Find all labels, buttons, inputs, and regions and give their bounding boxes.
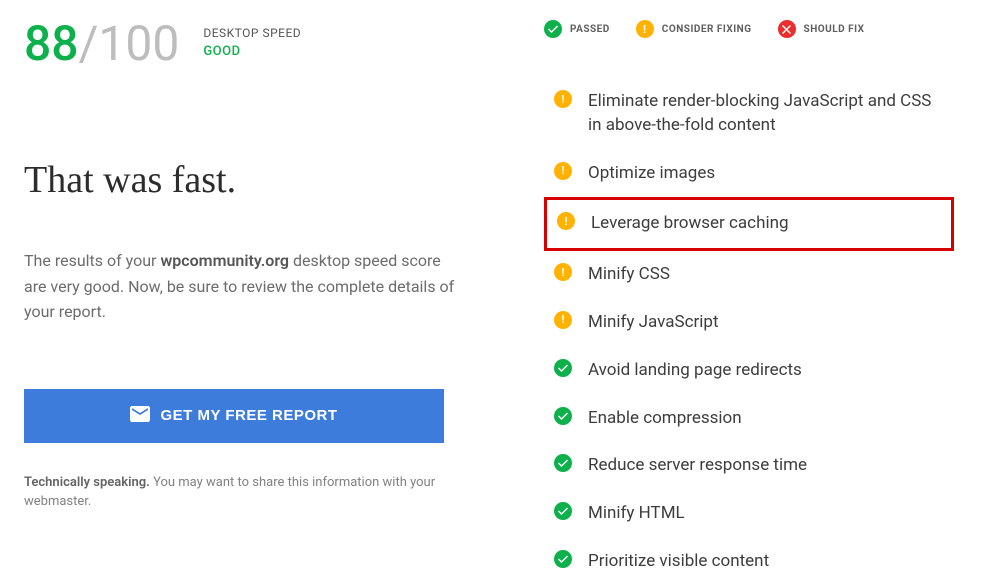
results-panel: 88/100 DESKTOP SPEED GOOD That was fast.… [24, 20, 544, 586]
issue-item[interactable]: Enable compression [544, 395, 954, 443]
issue-item[interactable]: Optimize images [544, 150, 954, 198]
legend-fix-label: SHOULD FIX [804, 24, 865, 35]
issue-item[interactable]: Minify CSS [544, 251, 954, 299]
issue-item[interactable]: Leverage browser caching [544, 197, 954, 251]
footnote-strong: Technically speaking. [24, 475, 150, 490]
legend-passed: PASSED [544, 20, 610, 38]
issue-label: Prioritize visible content [588, 550, 769, 574]
legend-consider: CONSIDER FIXING [636, 20, 752, 38]
cta-label: GET MY FREE REPORT [160, 407, 337, 424]
issue-label: Enable compression [588, 407, 742, 431]
score-display: 88/100 [24, 20, 179, 68]
check-icon [544, 20, 562, 38]
issue-label: Eliminate render-blocking JavaScript and… [588, 90, 944, 138]
score-row: 88/100 DESKTOP SPEED GOOD [24, 20, 504, 68]
footnote: Technically speaking. You may want to sh… [24, 473, 444, 512]
warning-icon [554, 263, 572, 281]
summary-prefix: The results of your [24, 251, 160, 270]
warning-icon [554, 90, 572, 108]
issue-label: Avoid landing page redirects [588, 359, 802, 383]
legend: PASSED CONSIDER FIXING SHOULD FIX [544, 20, 974, 38]
issue-item[interactable]: Eliminate render-blocking JavaScript and… [544, 78, 954, 150]
issue-item[interactable]: Minify HTML [544, 490, 954, 538]
headline: That was fast. [24, 158, 504, 202]
score-label: DESKTOP SPEED [203, 26, 301, 40]
cross-icon [778, 20, 796, 38]
issue-label: Reduce server response time [588, 454, 807, 478]
check-icon [554, 407, 572, 425]
issue-label: Optimize images [588, 162, 715, 186]
score-meta: DESKTOP SPEED GOOD [203, 20, 301, 59]
get-report-button[interactable]: GET MY FREE REPORT [24, 389, 444, 443]
legend-passed-label: PASSED [570, 24, 610, 35]
warning-icon [554, 162, 572, 180]
issue-label: Minify CSS [588, 263, 670, 287]
issue-item[interactable]: Reduce server response time [544, 442, 954, 490]
summary-domain: wpcommunity.org [160, 251, 289, 270]
issues-list: Eliminate render-blocking JavaScript and… [544, 78, 974, 586]
score-value: 88 [24, 15, 79, 72]
check-icon [554, 502, 572, 520]
legend-consider-label: CONSIDER FIXING [662, 24, 752, 35]
issue-item[interactable]: Prioritize visible content [544, 538, 954, 586]
check-icon [554, 359, 572, 377]
warning-icon [554, 311, 572, 329]
warning-icon [557, 212, 575, 230]
check-icon [554, 454, 572, 472]
issues-panel: PASSED CONSIDER FIXING SHOULD FIX Elimin… [544, 20, 974, 586]
issue-label: Minify JavaScript [588, 311, 719, 335]
issue-label: Leverage browser caching [591, 212, 789, 236]
issue-item[interactable]: Minify JavaScript [544, 299, 954, 347]
warning-icon [636, 20, 654, 38]
issue-item[interactable]: Avoid landing page redirects [544, 347, 954, 395]
check-icon [554, 550, 572, 568]
score-max: 100 [98, 15, 179, 72]
score-separator: / [79, 15, 99, 72]
legend-fix: SHOULD FIX [778, 20, 865, 38]
issue-label: Minify HTML [588, 502, 685, 526]
summary-text: The results of your wpcommunity.org desk… [24, 248, 464, 325]
mail-icon [130, 406, 150, 426]
score-rating: GOOD [203, 44, 301, 59]
